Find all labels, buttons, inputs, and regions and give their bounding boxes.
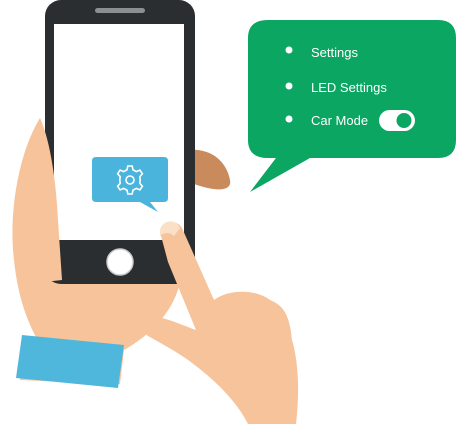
- illustration-stage: Settings LED Settings Car Mode: [0, 0, 459, 432]
- phone-screen: [54, 24, 184, 240]
- home-button[interactable]: [106, 248, 134, 276]
- menu-item-label: LED Settings: [311, 80, 387, 95]
- phone-hand-illustration: Settings LED Settings Car Mode: [12, 0, 456, 424]
- menu-item-label: Car Mode: [311, 113, 368, 128]
- phone-speaker: [95, 8, 145, 13]
- bullet-icon: [285, 82, 293, 90]
- bullet-icon: [285, 46, 293, 54]
- menu-item-label: Settings: [311, 45, 358, 60]
- car-mode-toggle[interactable]: [379, 110, 415, 131]
- menu-bubble: Settings LED Settings Car Mode: [248, 20, 456, 192]
- bullet-icon: [285, 115, 293, 123]
- pointing-hand: [142, 222, 299, 424]
- toggle-knob[interactable]: [396, 113, 412, 128]
